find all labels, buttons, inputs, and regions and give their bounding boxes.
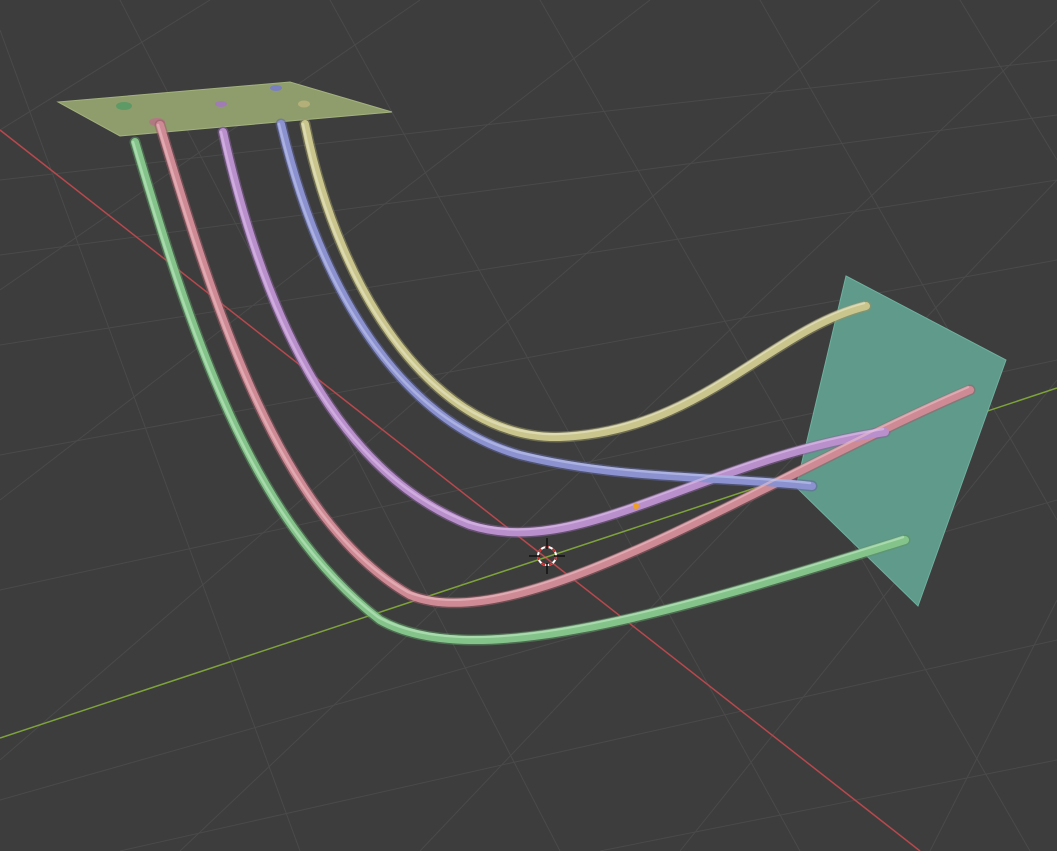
x-axis-line [0,129,921,851]
viewport-canvas[interactable] [0,0,1057,851]
tube-end-violet [215,101,227,107]
origin-point[interactable] [633,503,639,509]
tube-end-yellow [298,100,310,108]
3d-viewport[interactable] [0,0,1057,851]
tube-end-blue [270,85,282,91]
tube-end-green [116,102,132,110]
